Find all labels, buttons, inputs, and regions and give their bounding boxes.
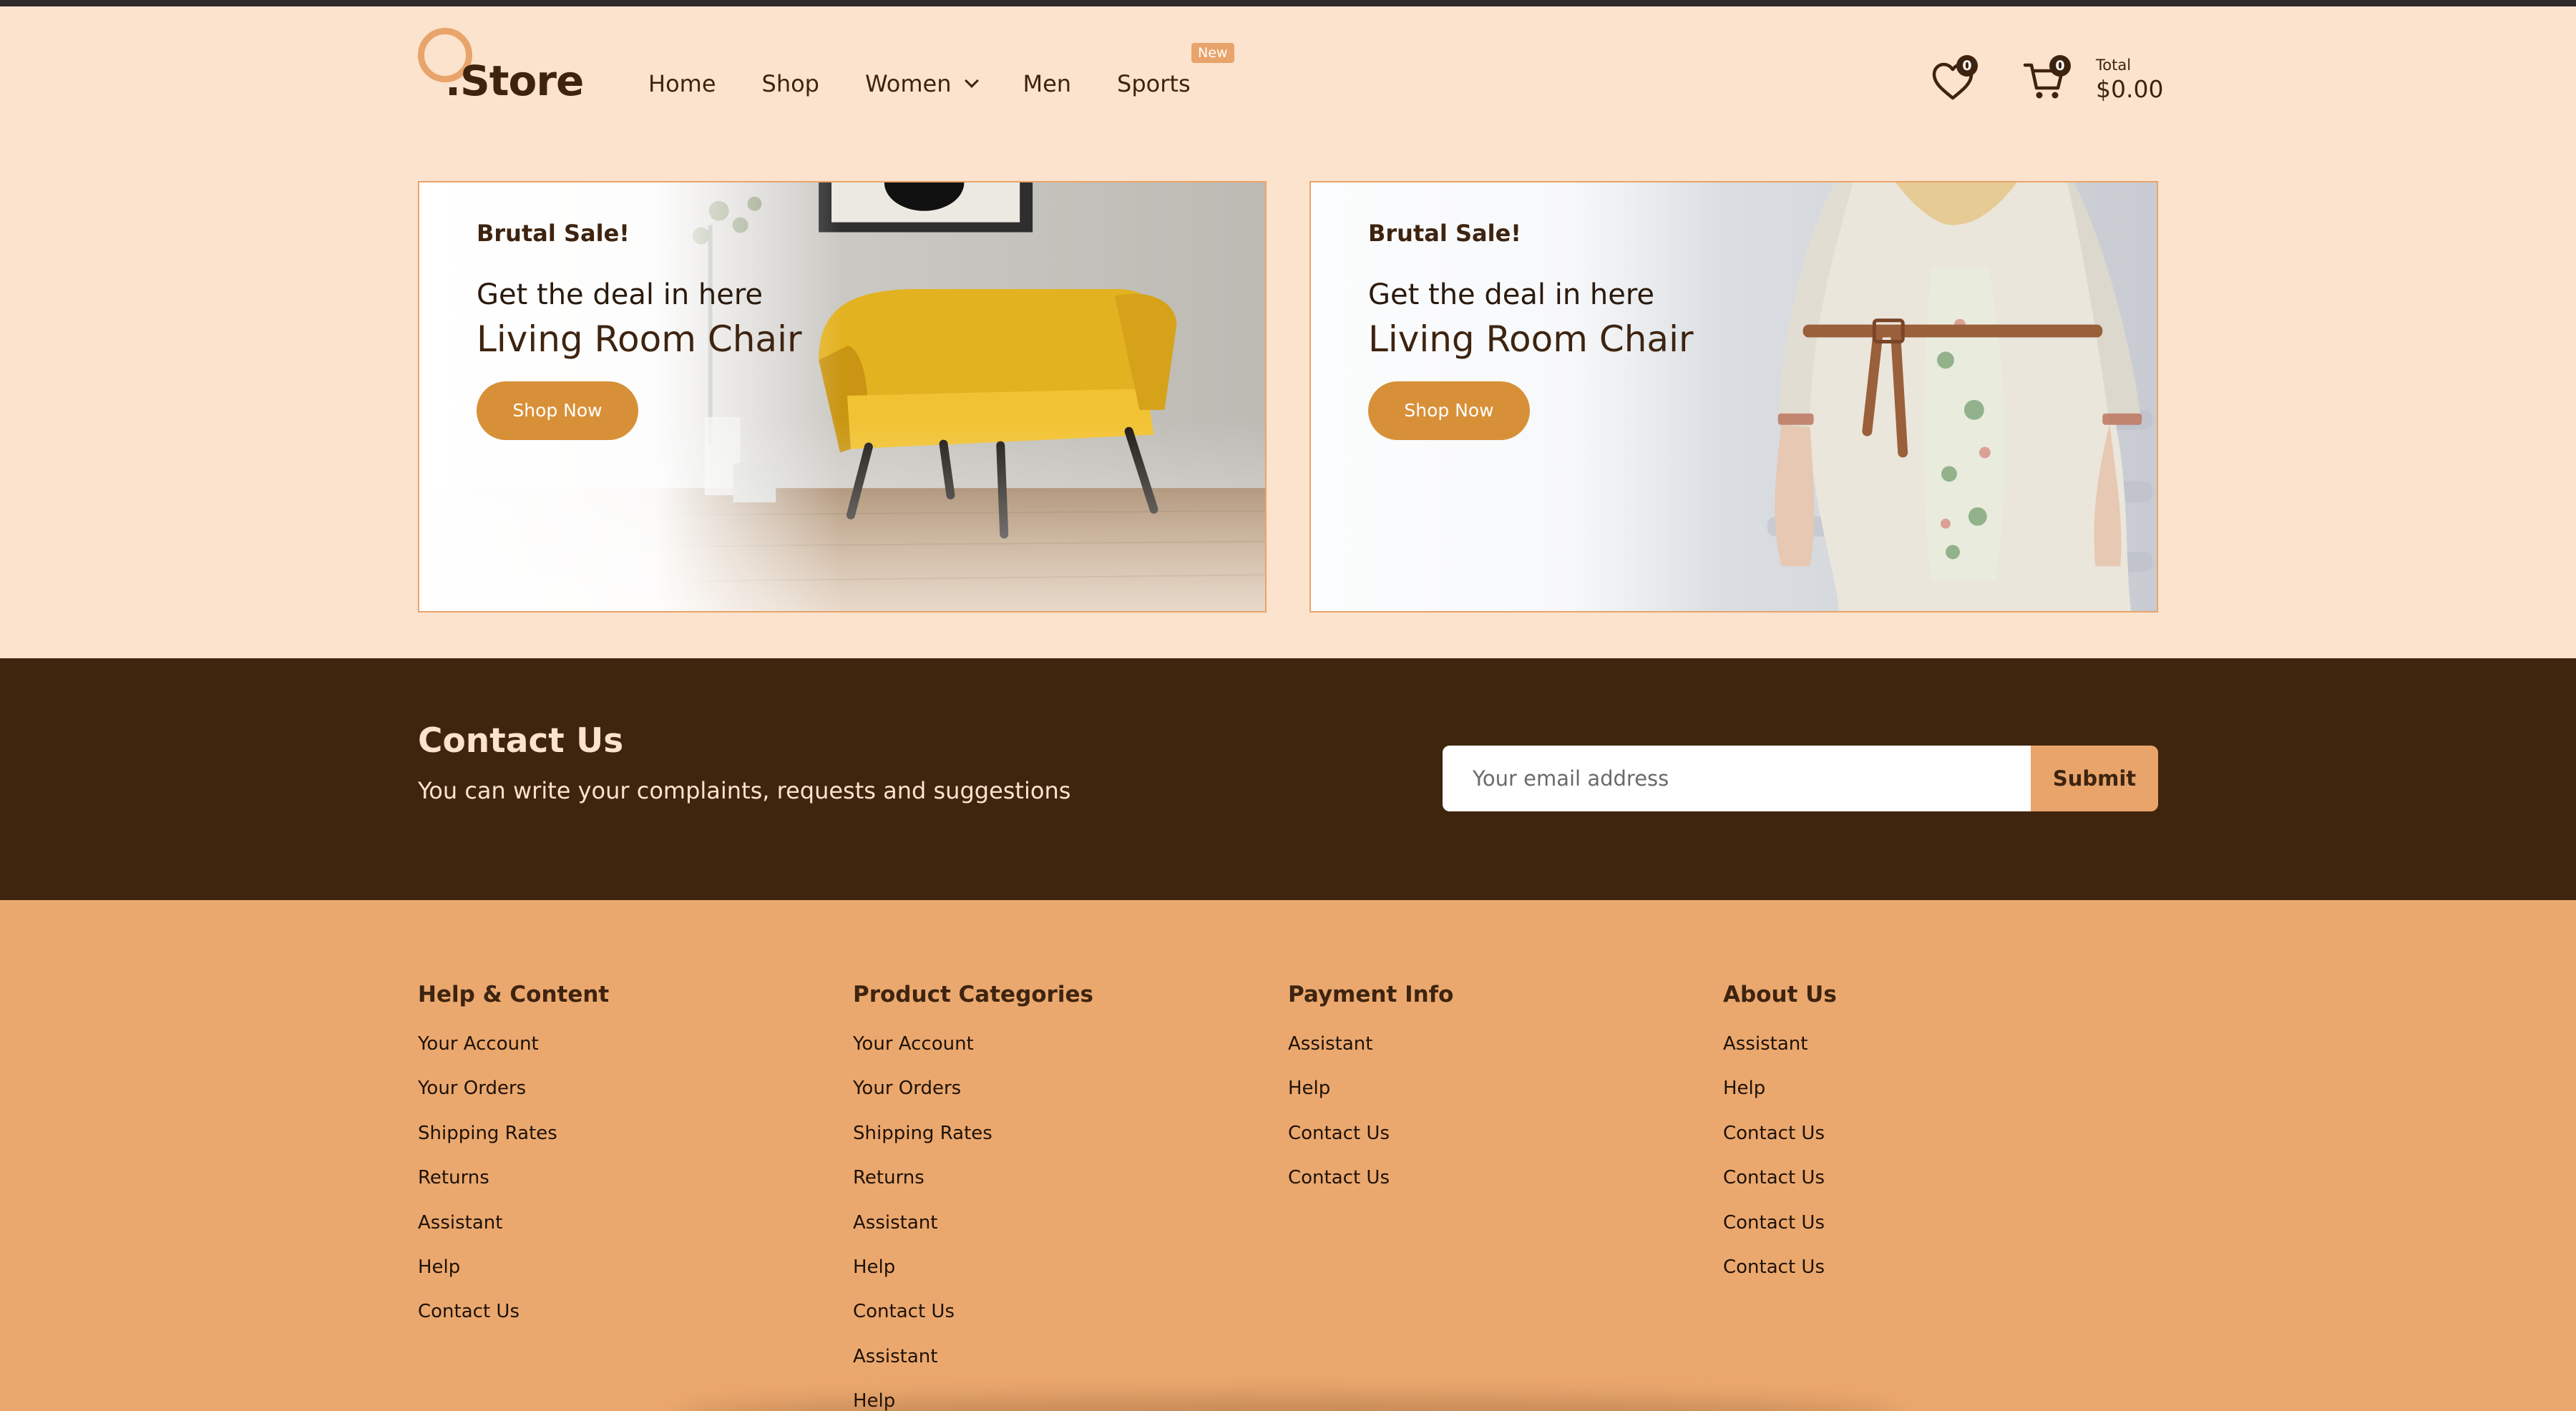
footer-link[interactable]: Your Account xyxy=(853,1022,1254,1066)
footer-link[interactable]: Your Orders xyxy=(853,1066,1254,1110)
newsletter-form: Submit xyxy=(1443,746,2158,811)
store-logo[interactable]: .Store xyxy=(418,28,584,107)
banner-subtitle: Get the deal in here xyxy=(477,278,763,311)
nav-item-women[interactable]: Women xyxy=(864,70,980,97)
submit-button[interactable]: Submit xyxy=(2031,746,2158,811)
new-badge: New xyxy=(1191,43,1234,63)
cart-button[interactable]: 0 xyxy=(2021,55,2071,105)
window-top-bar xyxy=(0,0,2576,6)
footer-links: Assistant Help Contact Us Contact Us Con… xyxy=(1723,1022,2124,1289)
footer-column-payment: Payment Info Assistant Help Contact Us C… xyxy=(1288,982,1689,1201)
cart-total-label: Total xyxy=(2096,57,2132,74)
nav-label: Shop xyxy=(761,70,819,97)
footer-link[interactable]: Assistant xyxy=(418,1201,819,1245)
footer-link[interactable]: Shipping Rates xyxy=(418,1111,819,1156)
footer-link[interactable]: Contact Us xyxy=(853,1289,1254,1334)
nav-label: Men xyxy=(1023,70,1072,97)
footer-link[interactable]: Your Account xyxy=(418,1022,819,1066)
wishlist-count-badge: 0 xyxy=(1956,55,1978,77)
main-nav: Home Shop Women Men Sports New xyxy=(648,43,1236,105)
contact-title: Contact Us xyxy=(418,721,624,761)
banner-content: Brutal Sale! Get the deal in here Living… xyxy=(1368,220,1694,440)
footer-link[interactable]: Assistant xyxy=(853,1201,1254,1245)
footer-link[interactable]: Contact Us xyxy=(1723,1201,2124,1245)
footer-links: Your Account Your Orders Shipping Rates … xyxy=(853,1022,1254,1411)
footer-link[interactable]: Your Orders xyxy=(418,1066,819,1110)
site-footer: Help & Content Your Account Your Orders … xyxy=(0,900,2576,1411)
footer-links: Assistant Help Contact Us Contact Us xyxy=(1288,1022,1689,1201)
wishlist-button[interactable]: 0 xyxy=(1928,55,1978,105)
banner-title: Living Room Chair xyxy=(477,318,802,360)
nav-label: Women xyxy=(864,70,952,97)
promo-banner-fashion[interactable]: Brutal Sale! Get the deal in here Living… xyxy=(1309,181,2158,612)
footer-link[interactable]: Assistant xyxy=(853,1334,1254,1379)
nav-label: Home xyxy=(648,70,716,97)
footer-link[interactable]: Help xyxy=(853,1245,1254,1289)
logo-text: .Store xyxy=(445,57,584,105)
nav-item-shop[interactable]: Shop xyxy=(762,70,819,97)
chevron-down-icon xyxy=(965,74,980,88)
footer-heading: Product Categories xyxy=(853,982,1093,1007)
footer-link[interactable]: Returns xyxy=(853,1156,1254,1200)
banner-content: Brutal Sale! Get the deal in here Living… xyxy=(477,220,802,440)
banner-subtitle: Get the deal in here xyxy=(1368,278,1655,311)
footer-link[interactable]: Contact Us xyxy=(1288,1156,1689,1200)
footer-links: Your Account Your Orders Shipping Rates … xyxy=(418,1022,819,1334)
cart-total[interactable]: Total $0.00 xyxy=(2096,57,2163,103)
footer-link[interactable]: Returns xyxy=(418,1156,819,1200)
contact-subtitle: You can write your complaints, requests … xyxy=(418,777,1071,804)
cart-count-badge: 0 xyxy=(2049,55,2071,77)
footer-link[interactable]: Assistant xyxy=(1723,1022,2124,1066)
footer-column-about: About Us Assistant Help Contact Us Conta… xyxy=(1723,982,2124,1289)
promo-banner-chair[interactable]: Brutal Sale! Get the deal in here Living… xyxy=(418,181,1267,612)
cart-total-value: $0.00 xyxy=(2096,75,2164,103)
footer-heading: Help & Content xyxy=(418,982,610,1007)
banner-kicker: Brutal Sale! xyxy=(477,220,630,247)
nav-item-sports[interactable]: Sports New xyxy=(1117,43,1234,97)
banner-title: Living Room Chair xyxy=(1368,318,1694,360)
banner-kicker: Brutal Sale! xyxy=(1368,220,1521,247)
shop-now-button[interactable]: Shop Now xyxy=(477,381,638,440)
nav-label: Sports xyxy=(1117,70,1191,97)
footer-link[interactable]: Contact Us xyxy=(418,1289,819,1334)
shop-now-button[interactable]: Shop Now xyxy=(1368,381,1530,440)
footer-link[interactable]: Help xyxy=(1288,1066,1689,1110)
footer-link[interactable]: Assistant xyxy=(1288,1022,1689,1066)
footer-link[interactable]: Help xyxy=(418,1245,819,1289)
footer-link[interactable]: Contact Us xyxy=(1723,1111,2124,1156)
email-input[interactable] xyxy=(1443,746,2031,811)
footer-heading: Payment Info xyxy=(1288,982,1454,1007)
footer-heading: About Us xyxy=(1723,982,1837,1007)
nav-item-men[interactable]: Men xyxy=(1023,70,1071,97)
footer-column-categories: Product Categories Your Account Your Ord… xyxy=(853,982,1254,1411)
site-header: .Store Home Shop Women Men Sports New 0 xyxy=(0,6,2576,150)
footer-link[interactable]: Contact Us xyxy=(1723,1245,2124,1289)
footer-link[interactable]: Contact Us xyxy=(1288,1111,1689,1156)
footer-link[interactable]: Help xyxy=(1723,1066,2124,1110)
footer-column-help: Help & Content Your Account Your Orders … xyxy=(418,982,819,1334)
nav-item-home[interactable]: Home xyxy=(648,70,716,97)
footer-link[interactable]: Contact Us xyxy=(1723,1156,2124,1200)
contact-section: Contact Us You can write your complaints… xyxy=(0,658,2576,900)
footer-link[interactable]: Shipping Rates xyxy=(853,1111,1254,1156)
